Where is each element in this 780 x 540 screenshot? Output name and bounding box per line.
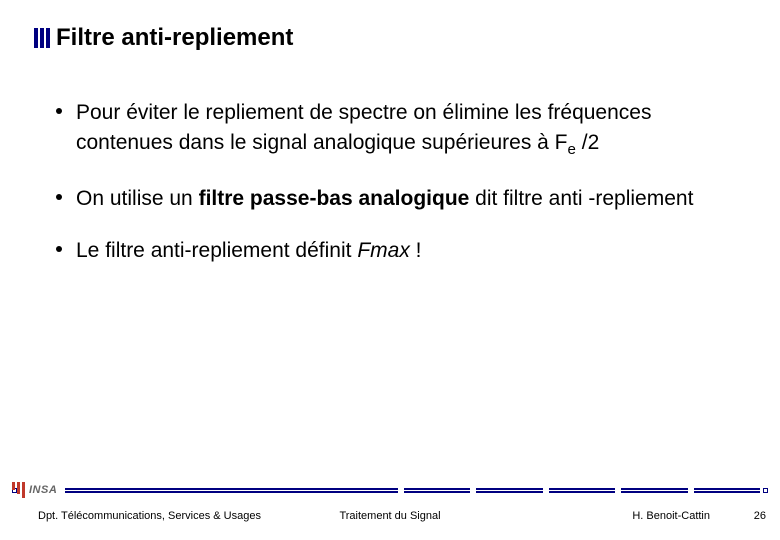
footer-left: Dpt. Télécommunications, Services & Usag… <box>38 510 261 522</box>
slide-body: Pour éviter le repliement de spectre on … <box>56 98 696 288</box>
slide-title-row: Filtre anti-repliement <box>34 24 293 52</box>
text-fragment: Pour éviter le repliement de spectre on … <box>76 101 651 154</box>
bullet-icon <box>56 246 62 252</box>
logo-text: INSA <box>29 484 57 496</box>
text-fragment: On utilise un <box>76 187 199 210</box>
bold-fragment: filtre passe-bas analogique <box>199 187 470 210</box>
slide-title: Filtre anti-repliement <box>56 24 293 52</box>
bullet-icon <box>56 194 62 200</box>
bullet-text-2: On utilise un filtre passe-bas analogiqu… <box>76 184 693 214</box>
text-fragment: /2 <box>576 131 599 154</box>
text-fragment: Le filtre anti-repliement définit <box>76 239 357 262</box>
bullet-text-1: Pour éviter le repliement de spectre on … <box>76 98 696 162</box>
page-number: 26 <box>754 510 766 522</box>
divider-dashes <box>65 488 760 493</box>
list-item: On utilise un filtre passe-bas analogiqu… <box>56 184 696 214</box>
logo-bars-icon <box>12 482 25 498</box>
bullet-icon <box>56 108 62 114</box>
text-fragment: ! <box>410 239 422 262</box>
list-item: Le filtre anti-repliement définit Fmax ! <box>56 236 696 266</box>
bullet-text-3: Le filtre anti-repliement définit Fmax ! <box>76 236 421 266</box>
list-item: Pour éviter le repliement de spectre on … <box>56 98 696 162</box>
slide: Filtre anti-repliement Pour éviter le re… <box>0 0 780 540</box>
text-fragment: dit filtre anti -repliement <box>469 187 693 210</box>
italic-fragment: Fmax <box>357 239 410 262</box>
subscript: e <box>568 142 576 159</box>
footer-center: Traitement du Signal <box>339 510 440 522</box>
footer-bar: INSA <box>12 482 768 498</box>
footer-right: H. Benoit-Cattin <box>632 510 710 522</box>
title-bullet-icon <box>34 28 50 48</box>
insa-logo: INSA <box>12 482 57 498</box>
